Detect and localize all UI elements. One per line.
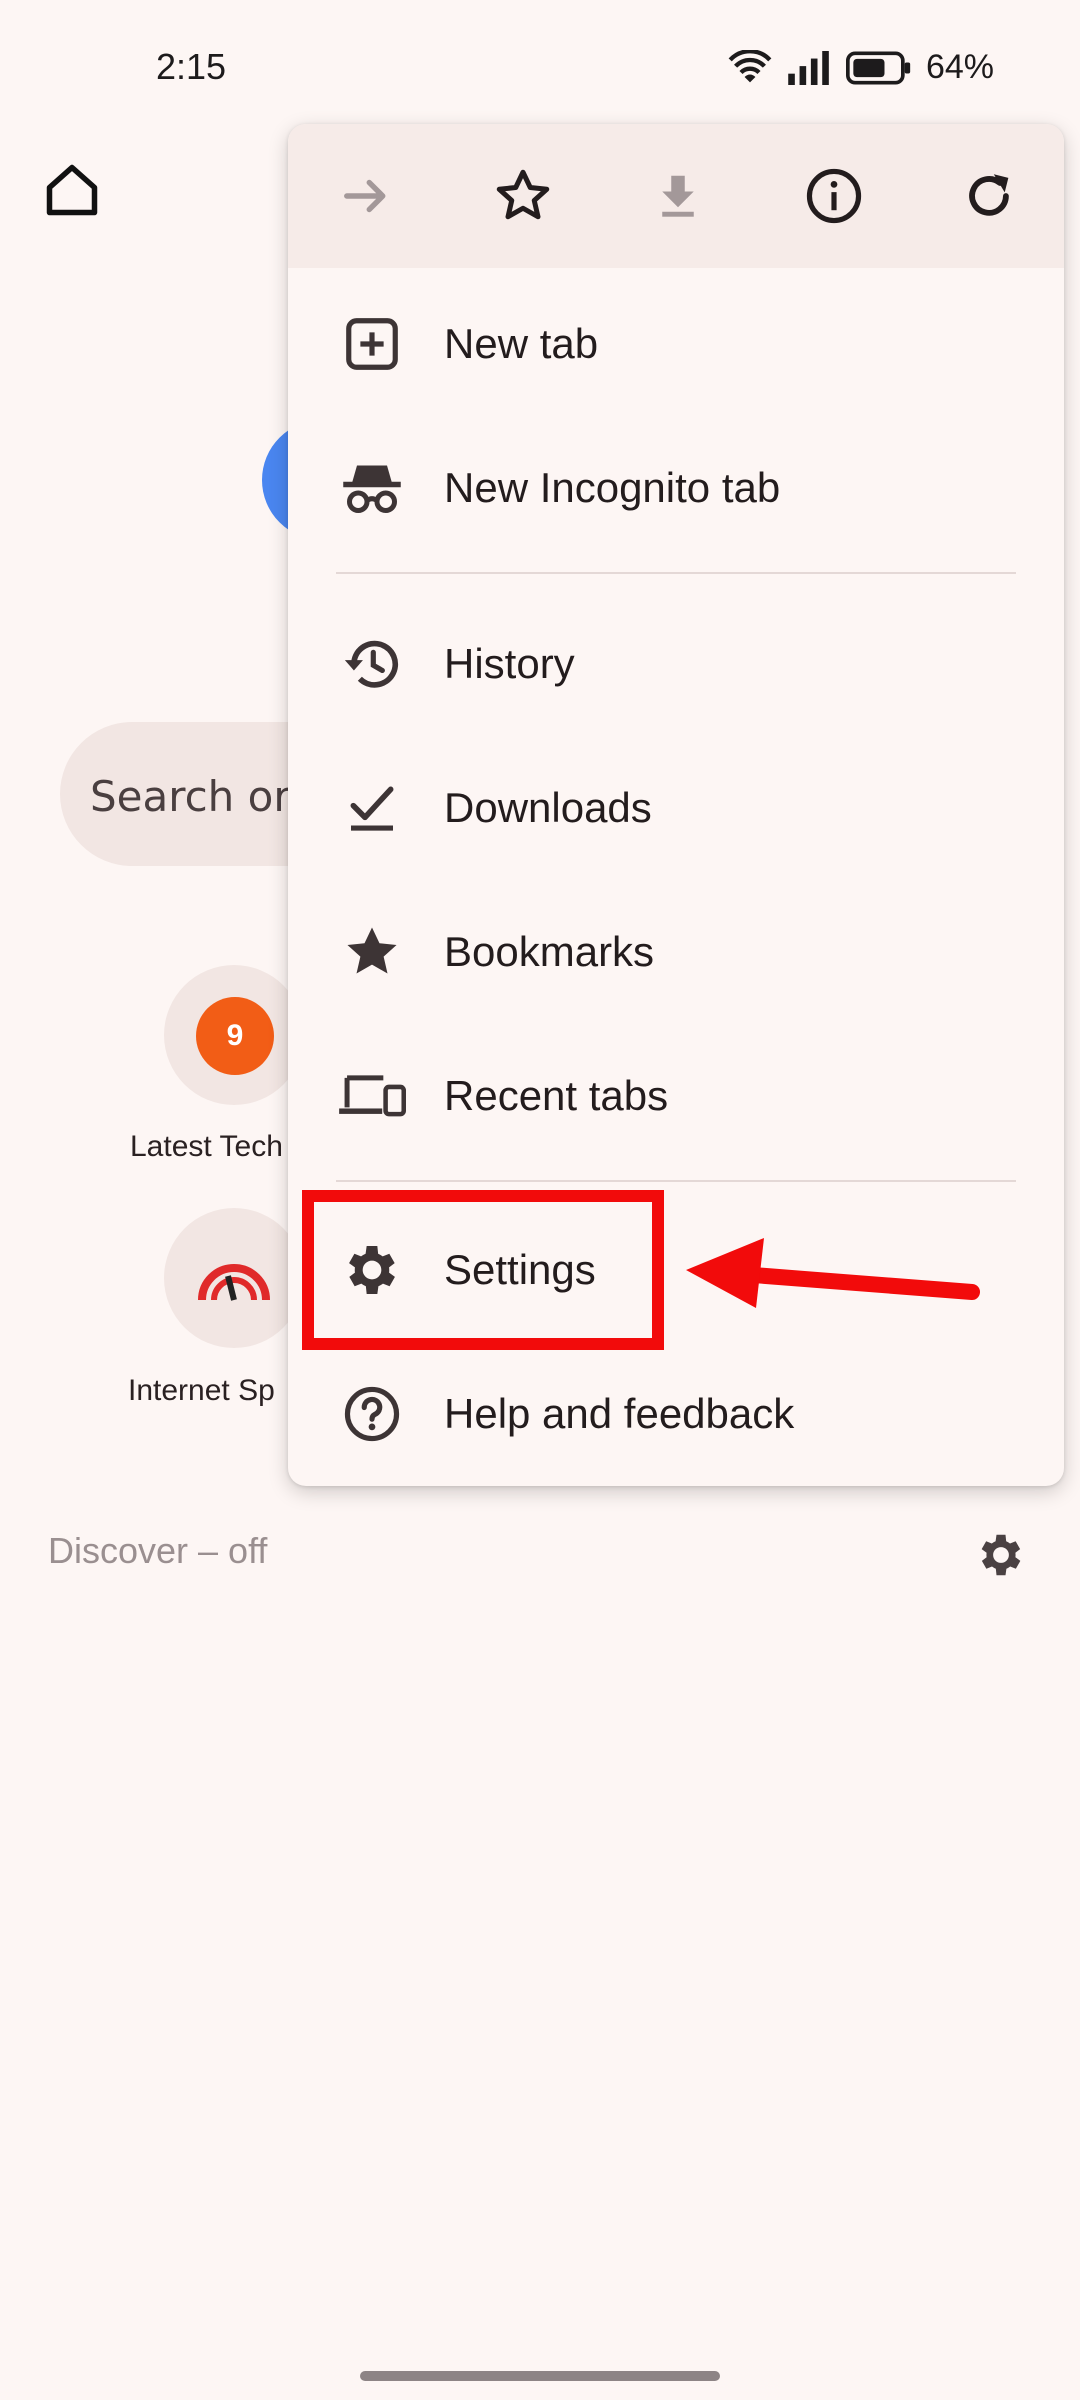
menu-item-new-tab[interactable]: New tab bbox=[288, 274, 1064, 414]
star-icon bbox=[338, 918, 406, 986]
menu-item-bookmarks[interactable]: Bookmarks bbox=[288, 882, 1064, 1022]
settings-highlight-box bbox=[302, 1190, 664, 1350]
menu-item-label: New tab bbox=[444, 320, 599, 367]
status-icons: 64% bbox=[728, 48, 994, 87]
gear-icon[interactable] bbox=[974, 1528, 1028, 1582]
home-icon[interactable] bbox=[42, 160, 102, 220]
menu-divider bbox=[336, 572, 1016, 574]
battery-percent: 64% bbox=[925, 48, 994, 86]
gesture-nav-handle[interactable] bbox=[360, 2371, 720, 2381]
menu-toolbar bbox=[288, 124, 1064, 268]
menu-item-help-and-feedback[interactable]: Help and feedback bbox=[288, 1344, 1064, 1484]
red-arrow-icon bbox=[686, 1238, 980, 1308]
site-badge-icon: 9 bbox=[196, 997, 274, 1075]
search-placeholder: Search or bbox=[90, 772, 291, 821]
menu-item-label: New Incognito tab bbox=[444, 464, 781, 511]
menu-item-label: Downloads bbox=[444, 784, 652, 831]
forward-icon[interactable] bbox=[336, 165, 398, 227]
wifi-icon bbox=[728, 49, 772, 82]
new-tab-icon bbox=[338, 310, 406, 378]
help-icon bbox=[338, 1380, 406, 1448]
battery-icon bbox=[845, 51, 911, 84]
menu-item-label: History bbox=[444, 640, 575, 687]
status-time: 2:15 bbox=[156, 46, 227, 87]
signal-icon bbox=[788, 50, 829, 85]
menu-item-history[interactable]: History bbox=[288, 594, 1064, 734]
devices-icon bbox=[338, 1062, 406, 1130]
info-icon[interactable] bbox=[803, 165, 865, 227]
downloads-icon bbox=[338, 774, 406, 842]
menu-item-recent-tabs[interactable]: Recent tabs bbox=[288, 1026, 1064, 1166]
shortcut-label: Latest Tech bbox=[130, 1130, 283, 1163]
shortcut-label: Internet Sp bbox=[128, 1374, 275, 1407]
screen: 2:15 64% Search or 9 Latest Tech Interne… bbox=[0, 0, 1080, 2400]
menu-item-new-incognito-tab[interactable]: New Incognito tab bbox=[288, 418, 1064, 558]
menu-item-label: Recent tabs bbox=[444, 1072, 669, 1119]
speedometer-icon bbox=[198, 1264, 270, 1301]
bookmark-star-icon[interactable] bbox=[492, 165, 554, 227]
menu-item-downloads[interactable]: Downloads bbox=[288, 738, 1064, 878]
menu-item-label: Bookmarks bbox=[444, 928, 655, 975]
menu-item-label: Help and feedback bbox=[444, 1390, 795, 1437]
history-icon bbox=[338, 630, 406, 698]
menu-divider bbox=[336, 1180, 1016, 1182]
discover-status: Discover – off bbox=[48, 1530, 268, 1571]
refresh-icon[interactable] bbox=[958, 165, 1020, 227]
download-icon[interactable] bbox=[647, 165, 709, 227]
incognito-icon bbox=[338, 454, 406, 522]
